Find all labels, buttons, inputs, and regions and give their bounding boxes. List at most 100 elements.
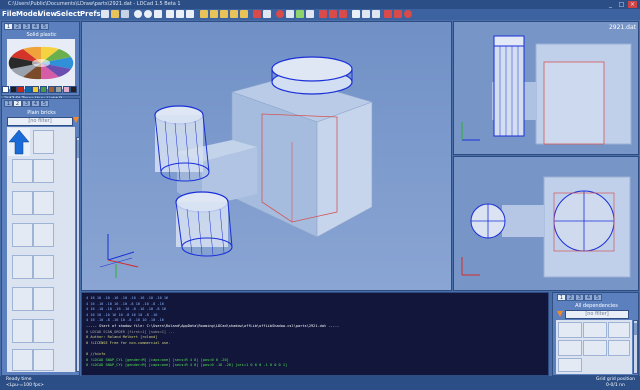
tab-1[interactable]: 1 [4,23,13,30]
part-item[interactable] [12,223,33,247]
color-swatch[interactable] [40,86,47,93]
view-icon[interactable] [372,10,380,18]
dependency-item[interactable] [558,358,582,372]
tool-icon[interactable] [339,10,347,18]
snap-icon[interactable] [263,10,271,18]
tab-1[interactable]: 1 [557,294,566,301]
new-icon[interactable] [101,10,109,18]
undo-icon[interactable] [134,10,142,18]
tab-4[interactable]: 4 [584,294,593,301]
part-item[interactable] [33,130,54,154]
dependency-item[interactable] [558,322,582,338]
color-icon[interactable] [276,10,284,18]
folder-icon[interactable] [220,10,228,18]
log-line: 4 16 10 -10 16 10 -8 16 10 -8 -16 [86,312,158,317]
part-item[interactable] [33,287,54,311]
part-item[interactable] [33,319,54,343]
part-item[interactable] [12,319,33,343]
close-button[interactable]: × [628,1,637,8]
view-icon[interactable] [362,10,370,18]
dependency-item[interactable] [558,340,582,356]
dependency-item[interactable] [608,340,630,356]
tab-2[interactable]: 2 [13,100,22,107]
copy-icon[interactable] [176,10,184,18]
tab-5[interactable]: 5 [40,100,49,107]
menu-model[interactable]: Model [16,9,40,20]
part-item[interactable] [12,191,33,215]
dependency-item[interactable] [608,322,630,338]
menu-prefs[interactable]: Prefs [80,9,101,20]
menu-view[interactable]: View [38,9,57,20]
redo-icon[interactable] [144,10,152,18]
part-item[interactable] [33,223,54,247]
color-swatch[interactable] [62,86,70,93]
part-item[interactable] [12,349,33,371]
dependency-item[interactable] [583,340,607,356]
part-item[interactable] [33,159,54,183]
tab-2[interactable]: 2 [566,294,575,301]
tab-4[interactable]: 4 [31,100,40,107]
tab-3[interactable]: 3 [22,23,31,30]
move-icon[interactable] [286,10,294,18]
part-item[interactable] [12,287,33,311]
parts-filter[interactable]: [no filter] [7,117,73,126]
source-log-panel[interactable]: 4 16 10 -10 -16 -10 -10 -16 -10 -10 16 4 … [81,292,549,376]
parts-scrollbar[interactable] [76,137,80,372]
tab-1[interactable]: 1 [4,100,13,107]
filter-dropdown-icon[interactable] [73,117,79,123]
tab-2[interactable]: 2 [13,23,22,30]
folder-icon[interactable] [210,10,218,18]
main-3d-viewport[interactable] [81,21,452,291]
filter-dropdown-icon[interactable] [557,311,563,317]
color-swatch[interactable] [32,86,40,93]
color-swatch[interactable] [70,86,78,93]
tab-3[interactable]: 3 [575,294,584,301]
color-swatch[interactable] [17,86,25,93]
part-item[interactable] [12,255,33,279]
color-swatch[interactable] [2,86,9,93]
color-swatch[interactable] [24,86,32,93]
tab-5[interactable]: 5 [40,23,49,30]
minimize-button[interactable]: _ [606,1,615,8]
tool-icon[interactable] [329,10,337,18]
scroll-thumb[interactable] [77,140,79,158]
part-item[interactable] [33,191,54,215]
folder-icon[interactable] [240,10,248,18]
tool-icon[interactable] [384,10,392,18]
dependency-item[interactable] [583,322,607,338]
tab-3[interactable]: 3 [22,100,31,107]
up-level-icon[interactable] [8,128,30,156]
refresh-icon[interactable] [154,10,162,18]
tab-4[interactable]: 4 [31,23,40,30]
folder-icon[interactable] [200,10,208,18]
menu-file[interactable]: File [2,9,16,20]
deps-filter[interactable]: [no filter] [565,310,629,319]
part-item[interactable] [33,255,54,279]
top-viewport[interactable] [453,156,639,291]
scroll-thumb[interactable] [634,323,637,335]
tool-icon[interactable] [404,10,412,18]
open-icon[interactable] [111,10,119,18]
folder-icon[interactable] [230,10,238,18]
paste-icon[interactable] [186,10,194,18]
color-wheel[interactable] [7,39,75,89]
menu-select[interactable]: Select [56,9,80,20]
color-swatch[interactable] [47,86,55,93]
grid-icon[interactable] [253,10,261,18]
align-icon[interactable] [306,10,314,18]
color-swatch[interactable] [9,86,17,93]
deps-scrollbar[interactable] [633,320,638,374]
front-viewport[interactable]: 2921.dat [453,21,639,155]
tool-icon[interactable] [394,10,402,18]
tab-5[interactable]: 5 [593,294,602,301]
part-item[interactable] [33,349,54,371]
maximize-button[interactable]: □ [617,1,626,8]
color-swatch[interactable] [55,86,63,93]
tool-icon[interactable] [319,10,327,18]
part-item[interactable] [12,159,33,183]
status-right-line1: Grid grid position [596,377,635,382]
rotate-icon[interactable] [296,10,304,18]
cut-icon[interactable] [166,10,174,18]
save-icon[interactable] [121,10,129,18]
view-icon[interactable] [352,10,360,18]
